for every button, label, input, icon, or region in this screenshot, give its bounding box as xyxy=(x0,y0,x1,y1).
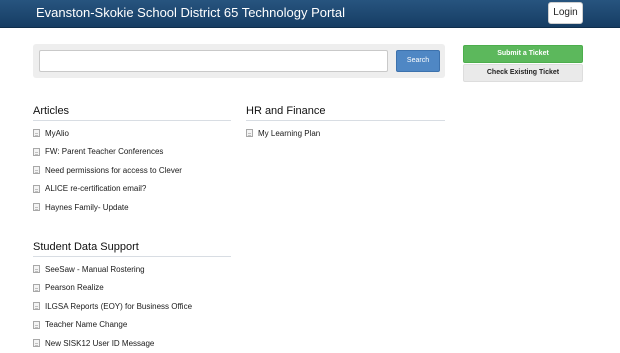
student-item[interactable]: SeeSaw - Manual Rostering xyxy=(33,260,231,279)
document-icon xyxy=(33,166,40,175)
login-button[interactable]: Login xyxy=(548,2,583,24)
submit-ticket-button[interactable]: Submit a Ticket xyxy=(463,45,583,63)
document-icon xyxy=(33,302,40,311)
article-item[interactable]: ALICE re-certification email? xyxy=(33,180,231,199)
student-item[interactable]: Pearson Realize xyxy=(33,279,231,298)
check-existing-ticket-button[interactable]: Check Existing Ticket xyxy=(463,64,583,82)
student-link[interactable]: New SISK12 User ID Message xyxy=(45,339,154,348)
article-link[interactable]: Need permissions for access to Clever xyxy=(45,166,182,175)
articles-heading: Articles xyxy=(33,105,231,121)
student-data-section: Student Data Support SeeSaw - Manual Ros… xyxy=(33,241,231,353)
articles-section: Articles MyAlio FW: Parent Teacher Confe… xyxy=(33,105,231,217)
document-icon xyxy=(33,184,40,193)
document-icon xyxy=(33,129,40,138)
top-navbar: Evanston-Skokie School District 65 Techn… xyxy=(0,0,620,28)
student-link[interactable]: ILGSA Reports (EOY) for Business Office xyxy=(45,302,192,311)
hr-item[interactable]: My Learning Plan xyxy=(246,124,445,143)
article-item[interactable]: Haynes Family- Update xyxy=(33,198,231,217)
article-link[interactable]: Haynes Family- Update xyxy=(45,203,129,212)
document-icon xyxy=(33,283,40,292)
search-input[interactable] xyxy=(39,50,388,72)
student-data-heading: Student Data Support xyxy=(33,241,231,257)
student-item[interactable]: New SISK12 User ID Message xyxy=(33,334,231,353)
student-link[interactable]: SeeSaw - Manual Rostering xyxy=(45,265,145,274)
search-button[interactable]: Search xyxy=(396,50,440,72)
student-link[interactable]: Teacher Name Change xyxy=(45,320,127,329)
document-icon xyxy=(246,129,253,138)
student-link[interactable]: Pearson Realize xyxy=(45,283,104,292)
hr-finance-section: HR and Finance My Learning Plan xyxy=(246,105,445,143)
student-item[interactable]: Teacher Name Change xyxy=(33,316,231,335)
article-link[interactable]: ALICE re-certification email? xyxy=(45,184,146,193)
document-icon xyxy=(33,203,40,212)
document-icon xyxy=(33,265,40,274)
document-icon xyxy=(33,339,40,348)
search-panel: Search xyxy=(33,44,445,78)
hr-finance-heading: HR and Finance xyxy=(246,105,445,121)
portal-title[interactable]: Evanston-Skokie School District 65 Techn… xyxy=(36,5,345,20)
student-item[interactable]: ILGSA Reports (EOY) for Business Office xyxy=(33,297,231,316)
article-link[interactable]: FW: Parent Teacher Conferences xyxy=(45,147,163,156)
hr-link[interactable]: My Learning Plan xyxy=(258,129,320,138)
article-item[interactable]: Need permissions for access to Clever xyxy=(33,161,231,180)
document-icon xyxy=(33,320,40,329)
article-item[interactable]: FW: Parent Teacher Conferences xyxy=(33,143,231,162)
document-icon xyxy=(33,147,40,156)
article-item[interactable]: MyAlio xyxy=(33,124,231,143)
article-link[interactable]: MyAlio xyxy=(45,129,69,138)
